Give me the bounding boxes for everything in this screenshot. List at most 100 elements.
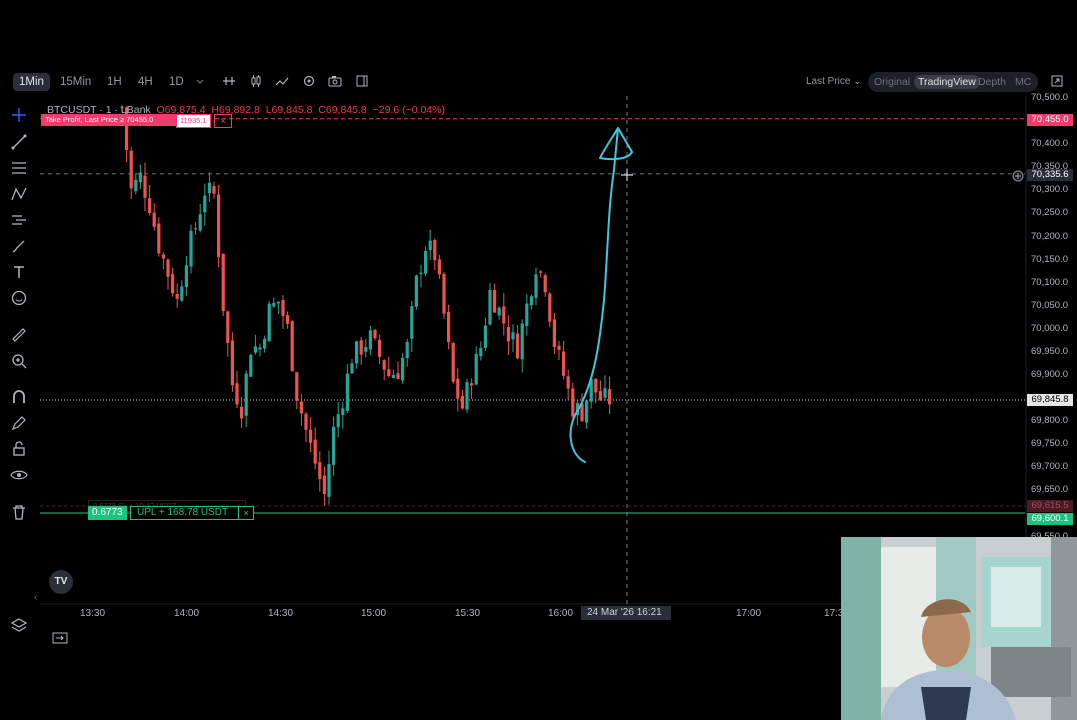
- candle-body: [286, 315, 290, 324]
- candle-body: [138, 172, 142, 183]
- take-profit-cancel-button[interactable]: ×: [214, 114, 232, 128]
- candle-body: [350, 363, 354, 374]
- crosshair-icon[interactable]: [10, 106, 28, 124]
- candle-body: [171, 274, 175, 294]
- price-tick-label: 70,100.0: [1031, 276, 1068, 288]
- candle-body: [364, 347, 368, 352]
- camera-icon[interactable]: [328, 74, 342, 88]
- candle-body: [414, 275, 418, 307]
- candle-body: [543, 275, 547, 293]
- position-upl[interactable]: UPL + 168.78 USDT: [130, 506, 254, 520]
- stop-price-tag: 69,615.5: [1027, 500, 1073, 512]
- view-mc[interactable]: MC: [1015, 75, 1031, 89]
- view-toggle: Original TradingView Depth MC: [868, 72, 1038, 92]
- timeframe-1h[interactable]: 1H: [101, 73, 128, 91]
- candle-body: [299, 401, 303, 414]
- time-tick-label: 14:30: [268, 608, 294, 619]
- eye-icon[interactable]: [10, 466, 28, 484]
- candle-body: [424, 250, 428, 274]
- brush-icon[interactable]: [10, 237, 28, 255]
- candle-body: [134, 179, 138, 192]
- text-icon[interactable]: [10, 263, 28, 281]
- timeframe-1min[interactable]: 1Min: [13, 73, 50, 91]
- last-price-selector[interactable]: Last Price ⌄: [806, 76, 862, 87]
- entry-price-tag: 69,600.1: [1027, 513, 1073, 525]
- pattern-icon[interactable]: [10, 185, 28, 203]
- candle-body: [240, 406, 244, 419]
- chevron-down-icon[interactable]: [193, 74, 207, 88]
- goto-date-icon[interactable]: [52, 630, 68, 646]
- candle-body: [442, 273, 446, 314]
- expand-icon[interactable]: [1050, 74, 1064, 88]
- price-tick-label: 70,400.0: [1031, 138, 1068, 150]
- view-tradingview[interactable]: TradingView: [914, 75, 980, 89]
- position-qty[interactable]: 0.6773: [88, 506, 127, 520]
- candle-body: [419, 272, 423, 275]
- candle-body: [437, 259, 441, 275]
- candle-body: [391, 374, 395, 378]
- candles-icon[interactable]: [249, 74, 263, 88]
- candle-body: [594, 378, 598, 393]
- candle-body: [428, 240, 432, 251]
- view-original[interactable]: Original: [874, 75, 910, 89]
- candle-body: [520, 323, 524, 360]
- candle-body: [387, 369, 391, 376]
- take-profit-order-label[interactable]: Take Profit, Last Price ≥ 70455.0: [41, 114, 184, 126]
- candle-body: [212, 186, 216, 194]
- hand-drawn-arrow: [569, 127, 633, 463]
- candle-body: [290, 321, 294, 371]
- candle-body: [203, 195, 207, 213]
- fullscreen-icon[interactable]: [355, 74, 369, 88]
- candle-body: [493, 289, 497, 313]
- candle-body: [373, 329, 377, 339]
- crosshair-time-tag: 24 Mar '26 16:21: [581, 606, 671, 620]
- trash-icon[interactable]: [10, 503, 28, 521]
- candle-body: [336, 414, 340, 428]
- price-tick-label: 70,500.0: [1031, 92, 1068, 104]
- candle-body: [249, 354, 253, 377]
- candle-body: [226, 311, 230, 343]
- take-profit-qty[interactable]: 11935.1: [176, 114, 211, 128]
- top-toolbar: 1Min 15Min 1H 4H 1D Last Price ⌄ Origina…: [0, 68, 1077, 96]
- candle-body: [525, 303, 529, 326]
- candle-body: [332, 426, 336, 465]
- emoji-icon[interactable]: [10, 289, 28, 307]
- candle-body: [276, 301, 280, 304]
- position-close-button[interactable]: ×: [238, 506, 254, 520]
- candle-body: [221, 253, 225, 312]
- last-price-tag: 69,845.8: [1027, 394, 1073, 406]
- timeframe-4h[interactable]: 4H: [132, 73, 159, 91]
- settings-icon[interactable]: [302, 74, 316, 88]
- timeframe-15min[interactable]: 15Min: [54, 73, 97, 91]
- lock-icon[interactable]: [10, 440, 28, 458]
- pencil-lock-icon[interactable]: [10, 414, 28, 432]
- fib-icon[interactable]: [10, 159, 28, 177]
- candle-body: [189, 230, 193, 267]
- layers-icon[interactable]: [10, 616, 28, 634]
- candle-body: [318, 462, 322, 479]
- trendline-icon[interactable]: [10, 133, 28, 151]
- candle-body: [405, 341, 409, 359]
- indicators-icon[interactable]: [222, 74, 236, 88]
- time-tick-label: 14:00: [174, 608, 200, 619]
- candle-body: [175, 293, 179, 299]
- prediction-icon[interactable]: [10, 211, 28, 229]
- price-tick-label: 69,800.0: [1031, 415, 1068, 427]
- timeframe-1d[interactable]: 1D: [163, 73, 190, 91]
- candle-body: [539, 271, 543, 273]
- candle-body: [585, 400, 589, 423]
- add-alert-icon[interactable]: [1012, 169, 1024, 182]
- candle-body: [235, 383, 239, 405]
- candle-body: [562, 351, 566, 376]
- price-tick-label: 70,050.0: [1031, 299, 1068, 311]
- magnet-icon[interactable]: [10, 388, 28, 406]
- line-chart-icon[interactable]: [275, 74, 289, 88]
- zoom-in-icon[interactable]: [10, 352, 28, 370]
- candle-body: [281, 299, 285, 317]
- ruler-icon[interactable]: [10, 326, 28, 344]
- price-tick-label: 69,650.0: [1031, 484, 1068, 496]
- webcam-overlay: [841, 537, 1077, 720]
- candle-body: [552, 319, 556, 347]
- candle-body: [244, 373, 248, 416]
- view-depth[interactable]: Depth: [978, 75, 1006, 89]
